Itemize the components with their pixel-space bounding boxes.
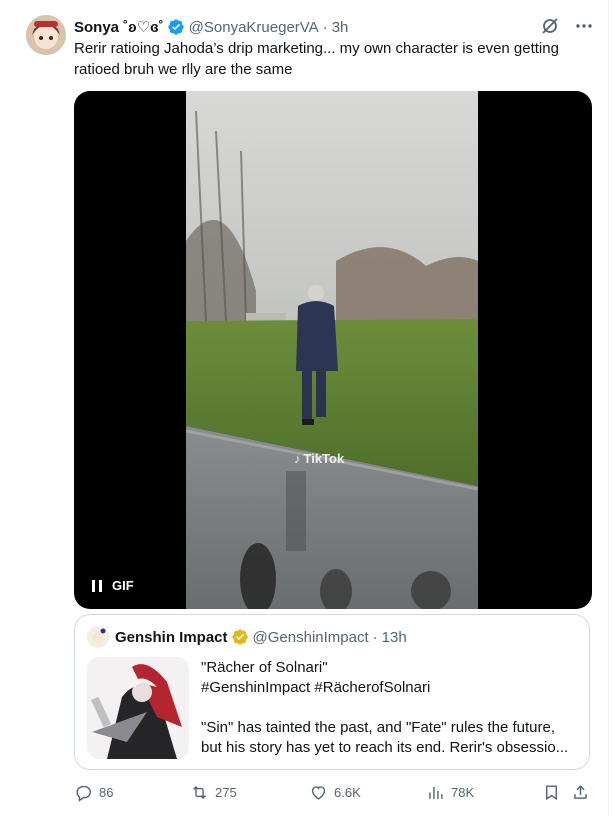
author-display-name[interactable]: Sonya ˚ʚ♡ɞ˚ bbox=[74, 18, 164, 36]
repost-count: 275 bbox=[215, 785, 237, 800]
avatar-image bbox=[26, 15, 66, 55]
bookmark-icon bbox=[546, 785, 557, 801]
pause-icon[interactable] bbox=[92, 579, 102, 592]
quoted-media-thumbnail[interactable] bbox=[87, 657, 189, 759]
repost-button[interactable]: 275 bbox=[190, 783, 237, 802]
quoted-author-display-name[interactable]: Genshin Impact bbox=[115, 629, 228, 646]
quoted-tweet-header: Genshin Impact @GenshinImpact · 13h bbox=[87, 626, 407, 648]
views-chart-icon bbox=[429, 786, 443, 799]
share-icon bbox=[574, 785, 587, 799]
tiktok-icon: ♪ bbox=[294, 451, 301, 466]
reply-icon bbox=[76, 785, 91, 802]
views-button[interactable]: 78K bbox=[426, 783, 474, 802]
repost-icon bbox=[193, 785, 206, 800]
quoted-line: but his story has yet to reach its end. … bbox=[201, 739, 569, 756]
tiktok-watermark: ♪ TikTok bbox=[294, 451, 344, 466]
tweet-text: Rerir ratioing Jahoda’s drip marketing..… bbox=[74, 40, 559, 78]
timeline-border bbox=[608, 0, 609, 816]
tiktok-label: TikTok bbox=[303, 451, 345, 466]
quoted-line-gap bbox=[201, 698, 581, 718]
quoted-line: "Rächer of Solnari" bbox=[201, 659, 328, 676]
gif-frame-image bbox=[186, 91, 478, 609]
tweet-actions-bar: 86 275 6.6K 78K bbox=[74, 783, 592, 807]
author-avatar[interactable] bbox=[26, 15, 66, 55]
quoted-tweet-timestamp[interactable]: 13h bbox=[382, 629, 407, 646]
quoted-separator-dot: · bbox=[372, 628, 378, 646]
gif-badge: GIF bbox=[112, 578, 134, 593]
tweet-header-actions bbox=[540, 16, 594, 36]
quoted-tweet-card[interactable]: Genshin Impact @GenshinImpact · 13h "Räc… bbox=[74, 614, 590, 770]
quoted-tweet-text: "Rächer of Solnari" #GenshinImpact #Räch… bbox=[201, 658, 581, 758]
tweet-header: Sonya ˚ʚ♡ɞ˚ @SonyaKruegerVA · 3h bbox=[74, 16, 348, 38]
views-count: 78K bbox=[451, 785, 475, 800]
bookmark-button[interactable] bbox=[542, 783, 561, 802]
like-button[interactable]: 6.6K bbox=[309, 783, 361, 802]
gold-verified-badge-icon bbox=[231, 628, 249, 646]
tweet-timestamp[interactable]: 3h bbox=[332, 19, 349, 36]
tweet-media-gif[interactable]: ♪ TikTok GIF bbox=[74, 91, 592, 609]
reply-button[interactable]: 86 bbox=[74, 783, 113, 802]
reply-count: 86 bbox=[99, 785, 114, 800]
author-handle[interactable]: @SonyaKruegerVA bbox=[189, 19, 319, 36]
more-options-icon[interactable] bbox=[574, 16, 594, 36]
separator-dot: · bbox=[322, 18, 328, 36]
grok-icon[interactable] bbox=[540, 16, 560, 36]
gif-controls[interactable]: GIF bbox=[92, 578, 134, 593]
share-button[interactable] bbox=[571, 783, 590, 802]
quoted-author-handle[interactable]: @GenshinImpact bbox=[253, 629, 369, 646]
heart-icon bbox=[311, 786, 326, 800]
verified-badge-icon bbox=[167, 18, 185, 36]
like-count: 6.6K bbox=[334, 785, 361, 800]
quoted-line: #GenshinImpact #RächerofSolnari bbox=[201, 679, 431, 696]
quoted-line: "Sin" has tainted the past, and "Fate" r… bbox=[201, 719, 556, 736]
quoted-author-avatar[interactable] bbox=[87, 626, 109, 648]
